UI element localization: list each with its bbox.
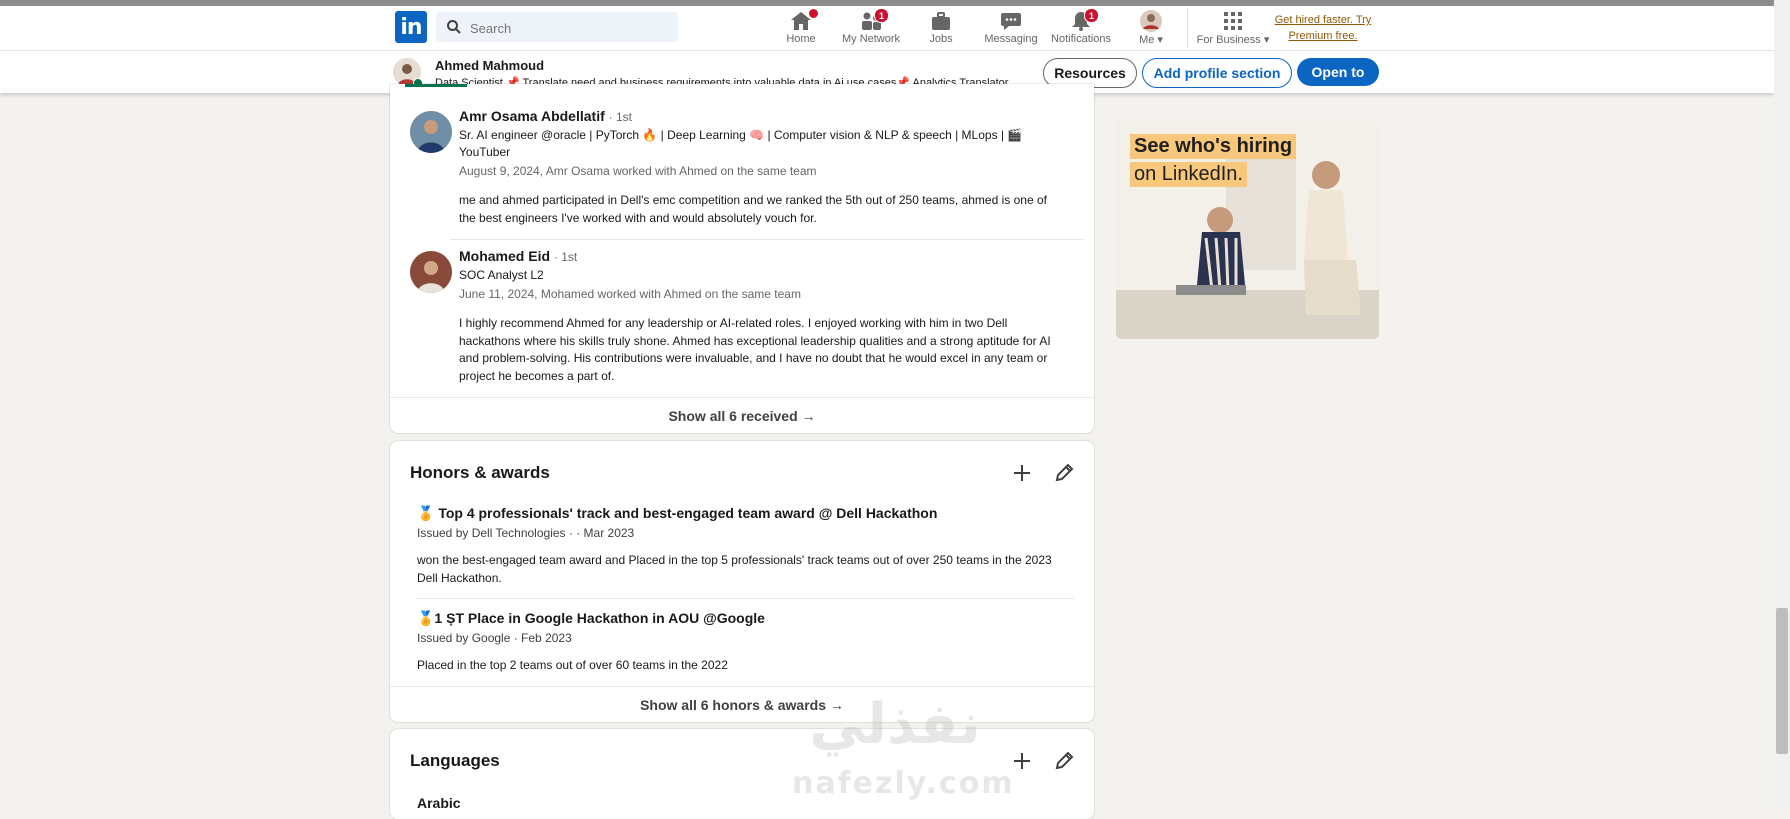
nav-messaging[interactable]: Messaging — [981, 6, 1041, 50]
chat-icon — [999, 10, 1023, 32]
scrollbar-thumb[interactable] — [1776, 608, 1788, 754]
linkedin-logo-icon[interactable]: in — [395, 11, 427, 43]
active-tab-indicator — [405, 84, 467, 87]
nav-jobs[interactable]: Jobs — [916, 6, 966, 50]
nav-home-label: Home — [786, 33, 816, 45]
nav-me-text: Me — [1139, 34, 1155, 46]
honors-awards-card: Honors & awards 🏅 Top 4 professionals' t… — [390, 441, 1094, 722]
avatar-icon — [1139, 10, 1163, 32]
edit-pencil-icon[interactable] — [1052, 749, 1076, 773]
network-icon: 1 — [859, 8, 889, 32]
recommender-name-text: Mohamed Eid — [459, 248, 551, 264]
show-all-recommendations-button[interactable]: Show all 6 received → — [390, 397, 1094, 434]
language-item: Arabic — [417, 795, 461, 811]
honor-issuer: Issued by Google · Feb 2023 — [417, 631, 572, 645]
recommender-avatar[interactable] — [410, 251, 452, 293]
honor-item: 🏅1 ȘT Place in Google Hackathon in AOU @… — [417, 610, 1069, 675]
bell-icon: 1 — [1069, 8, 1099, 32]
honor-issuer: Issued by Dell Technologies · · Mar 2023 — [417, 526, 635, 540]
watermark-latin: nafezly.com — [792, 766, 1015, 801]
briefcase-icon — [929, 10, 953, 32]
honor-title: 🏅 Top 4 professionals' track and best-en… — [417, 505, 938, 521]
watermark-arabic: نفذلي — [809, 692, 981, 757]
nav-me-label: Me ▾ — [1126, 33, 1176, 46]
recommendations-card: Amr Osama Abdellatif · 1st Sr. AI engine… — [390, 84, 1094, 433]
nav-messaging-label: Messaging — [984, 33, 1038, 45]
nav-for-business-label: For Business ▾ — [1194, 33, 1272, 46]
honor-description: won the best-engaged team award and Plac… — [417, 553, 1052, 585]
nav-my-network[interactable]: 1 My Network — [836, 6, 906, 50]
recommendation-date: August 9, 2024, Amr Osama worked with Ah… — [459, 164, 817, 178]
recommendation-text: me and ahmed participated in Dell's emc … — [459, 193, 1047, 225]
hiring-ad-banner[interactable]: See who's hiring on LinkedIn. — [1116, 120, 1379, 339]
divider — [450, 239, 1084, 240]
honor-description: Placed in the top 2 teams out of over 60… — [417, 658, 728, 672]
connection-degree: · 1st — [608, 110, 632, 124]
network-badge: 1 — [874, 8, 889, 23]
connection-degree: · 1st — [553, 250, 578, 264]
recommender-name[interactable]: Amr Osama Abdellatif · 1st — [459, 108, 1064, 124]
honor-item: 🏅 Top 4 professionals' track and best-en… — [417, 505, 1069, 587]
nav-my-network-label: My Network — [841, 33, 901, 45]
global-nav: in 0 Home 1 My Network Jobs Messaging — [0, 6, 1774, 51]
premium-line2: Premium free. — [1288, 30, 1358, 42]
honor-title: 🏅1 ȘT Place in Google Hackathon in AOU @… — [417, 610, 765, 626]
open-to-button[interactable]: Open to — [1297, 58, 1379, 86]
nav-for-business-text: For Business — [1196, 34, 1261, 46]
profile-name: Ahmed Mahmoud — [435, 58, 545, 73]
recommender-name-text: Amr Osama Abdellatif — [459, 108, 605, 124]
notifications-badge: 1 — [1084, 8, 1099, 23]
section-title: Languages — [410, 751, 500, 770]
section-title: Honors & awards — [410, 463, 550, 482]
grid-icon — [1221, 10, 1245, 32]
edit-pencil-icon[interactable] — [1052, 461, 1076, 485]
nav-separator — [1187, 8, 1188, 48]
nav-home[interactable]: 0 Home — [776, 6, 826, 50]
home-badge: 0 — [808, 8, 819, 19]
add-profile-section-button[interactable]: Add profile section — [1142, 58, 1292, 88]
divider — [417, 598, 1074, 599]
nav-jobs-label: Jobs — [929, 33, 953, 45]
premium-link[interactable]: Get hired faster. Try Premium free. — [1268, 12, 1378, 44]
ad-headline-line2: on LinkedIn. — [1130, 162, 1247, 187]
recommender-name[interactable]: Mohamed Eid · 1st — [459, 248, 1064, 264]
recommender-avatar[interactable] — [410, 111, 452, 153]
search-input[interactable] — [468, 12, 672, 44]
recommender-headline: SOC Analyst L2 — [459, 268, 544, 282]
recommender-headline: Sr. AI engineer @oracle | PyTorch 🔥 | De… — [459, 128, 1023, 159]
nav-notifications-label: Notifications — [1051, 33, 1111, 45]
premium-line1: Get hired faster. Try — [1274, 14, 1372, 26]
search-box[interactable] — [436, 12, 678, 44]
recommendation-text: I highly recommend Ahmed for any leaders… — [459, 316, 1051, 383]
add-icon[interactable] — [1010, 461, 1034, 485]
home-icon: 0 — [789, 8, 819, 32]
nav-for-business[interactable]: For Business ▾ — [1194, 6, 1272, 50]
watermark: نفذلي nafezly.com — [792, 692, 1015, 802]
nav-me[interactable]: Me ▾ — [1126, 6, 1176, 50]
nav-notifications[interactable]: 1 Notifications — [1046, 6, 1116, 50]
recommendation-date: June 11, 2024, Mohamed worked with Ahmed… — [459, 287, 801, 301]
caret-down-icon: ▾ — [1157, 34, 1163, 46]
search-icon — [447, 20, 461, 34]
ad-headline-line1: See who's hiring — [1130, 134, 1297, 159]
